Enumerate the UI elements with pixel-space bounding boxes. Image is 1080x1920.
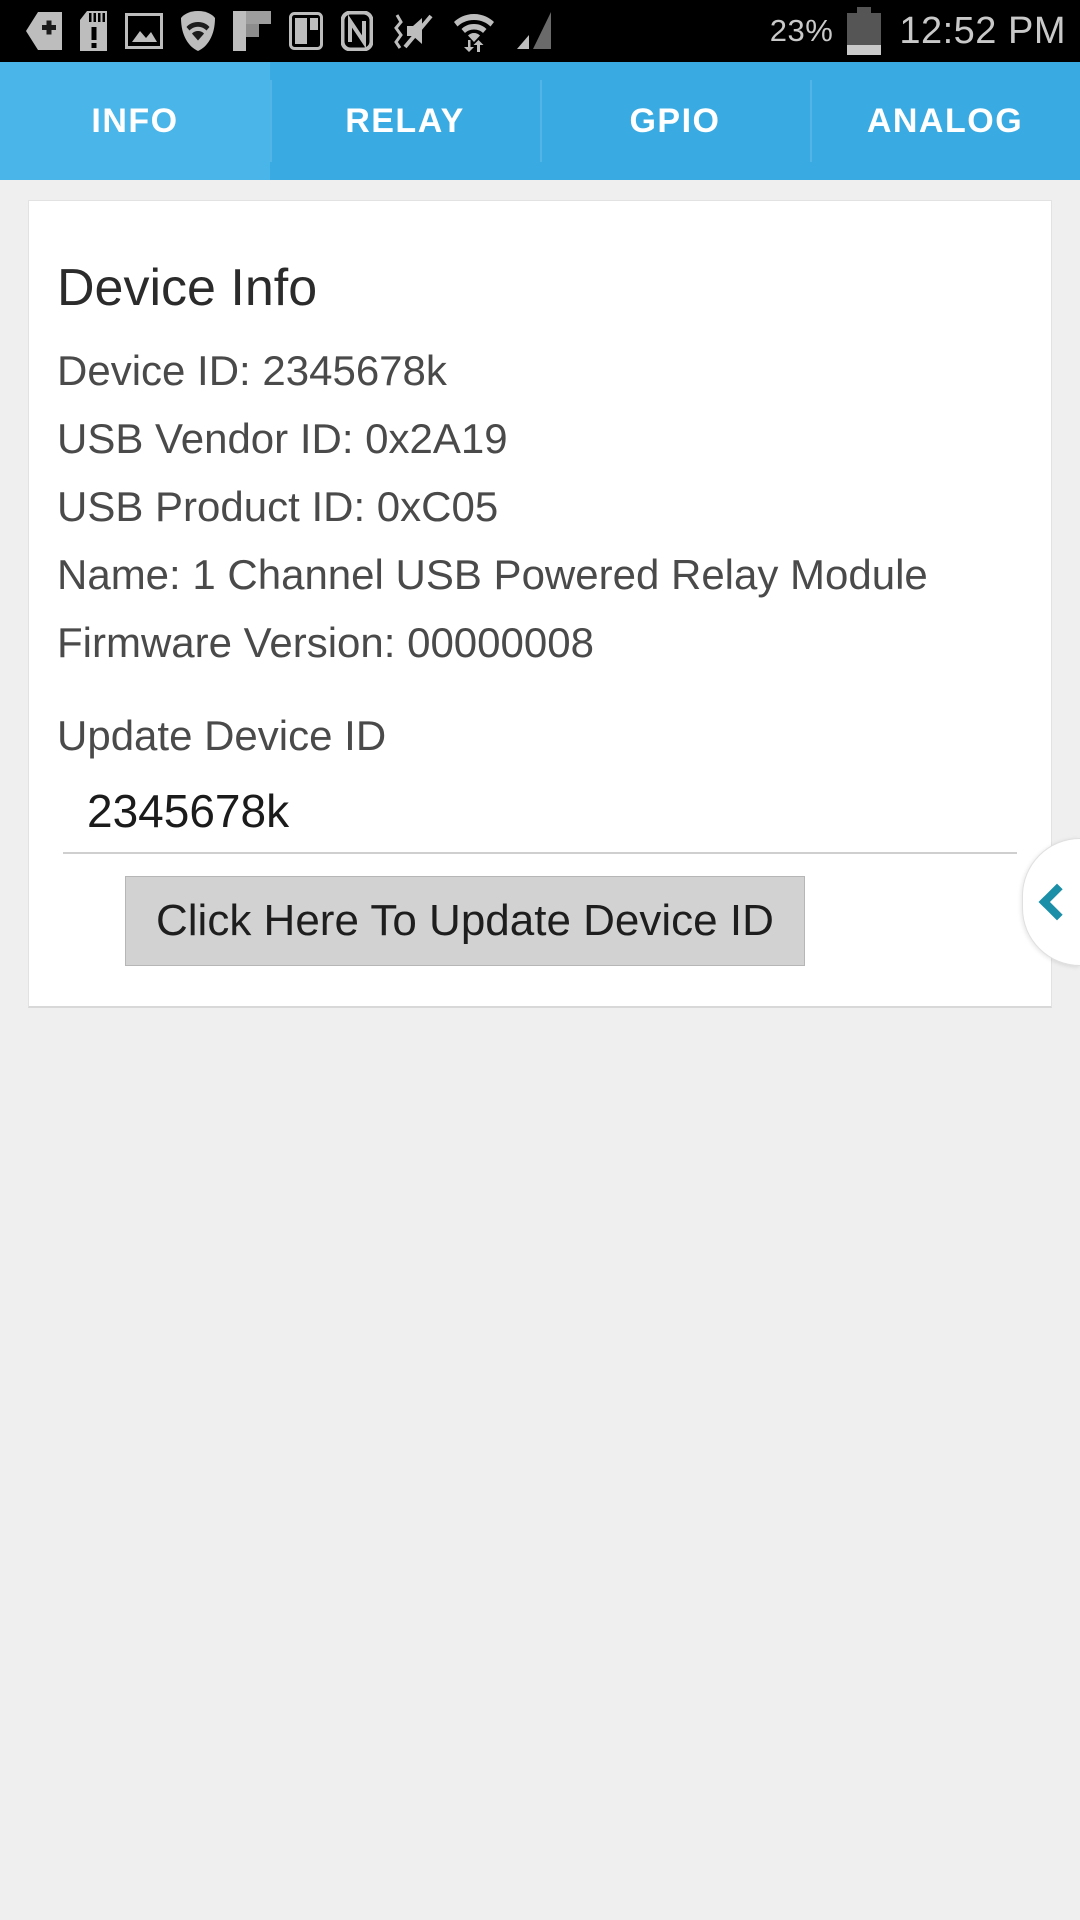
status-bar-icons <box>26 10 770 52</box>
wifi-shield-icon <box>181 11 215 51</box>
tab-info[interactable]: INFO <box>0 62 270 180</box>
clock-label: 12:52 PM <box>899 9 1066 52</box>
device-id-input[interactable] <box>63 777 1017 854</box>
nfc-icon <box>341 11 373 51</box>
tab-analog[interactable]: ANALOG <box>810 62 1080 180</box>
flipboard-icon <box>233 11 271 51</box>
update-device-id-label: Update Device ID <box>57 711 387 759</box>
page-title: Device Info <box>57 259 318 317</box>
battery-percent-label: 23% <box>769 13 834 48</box>
tab-info-label: INFO <box>91 101 179 140</box>
back-plus-icon <box>26 12 62 50</box>
info-line-usb-vendor-id: USB Vendor ID: 0x2A19 <box>57 414 508 462</box>
update-device-id-button[interactable]: Click Here To Update Device ID <box>125 875 805 966</box>
split-screen-icon <box>289 12 323 50</box>
sound-muted-vibrate-icon <box>394 14 433 49</box>
status-bar: 23% 12:52 PM <box>0 0 1080 62</box>
info-line-usb-product-id: USB Product ID: 0xC05 <box>57 482 499 530</box>
tab-relay[interactable]: RELAY <box>270 62 540 180</box>
wifi-data-transfer-icon <box>454 14 494 52</box>
tab-relay-label: RELAY <box>345 101 465 140</box>
info-line-name: Name: 1 Channel USB Powered Relay Module <box>57 550 928 598</box>
chevron-left-icon <box>1038 883 1075 921</box>
tab-gpio-label: GPIO <box>629 101 721 140</box>
cellular-signal-icon <box>517 12 551 49</box>
tab-bar: INFO RELAY GPIO ANALOG <box>0 62 1080 180</box>
update-button-wrapper: Click Here To Update Device ID <box>29 854 1051 966</box>
tab-gpio[interactable]: GPIO <box>540 62 810 180</box>
status-bar-right: 23% 12:52 PM <box>770 7 1066 55</box>
info-line-firmware-version: Firmware Version: 00000008 <box>57 618 594 666</box>
tab-analog-label: ANALOG <box>866 101 1024 140</box>
battery-icon <box>847 7 882 55</box>
info-line-device-id: Device ID: 2345678k <box>57 346 447 394</box>
device-info-card: Device Info Device ID: 2345678k USB Vend… <box>28 200 1052 1008</box>
image-icon <box>125 13 163 49</box>
device-id-field-wrapper <box>29 764 1051 854</box>
sd-card-warning-icon <box>80 11 107 51</box>
